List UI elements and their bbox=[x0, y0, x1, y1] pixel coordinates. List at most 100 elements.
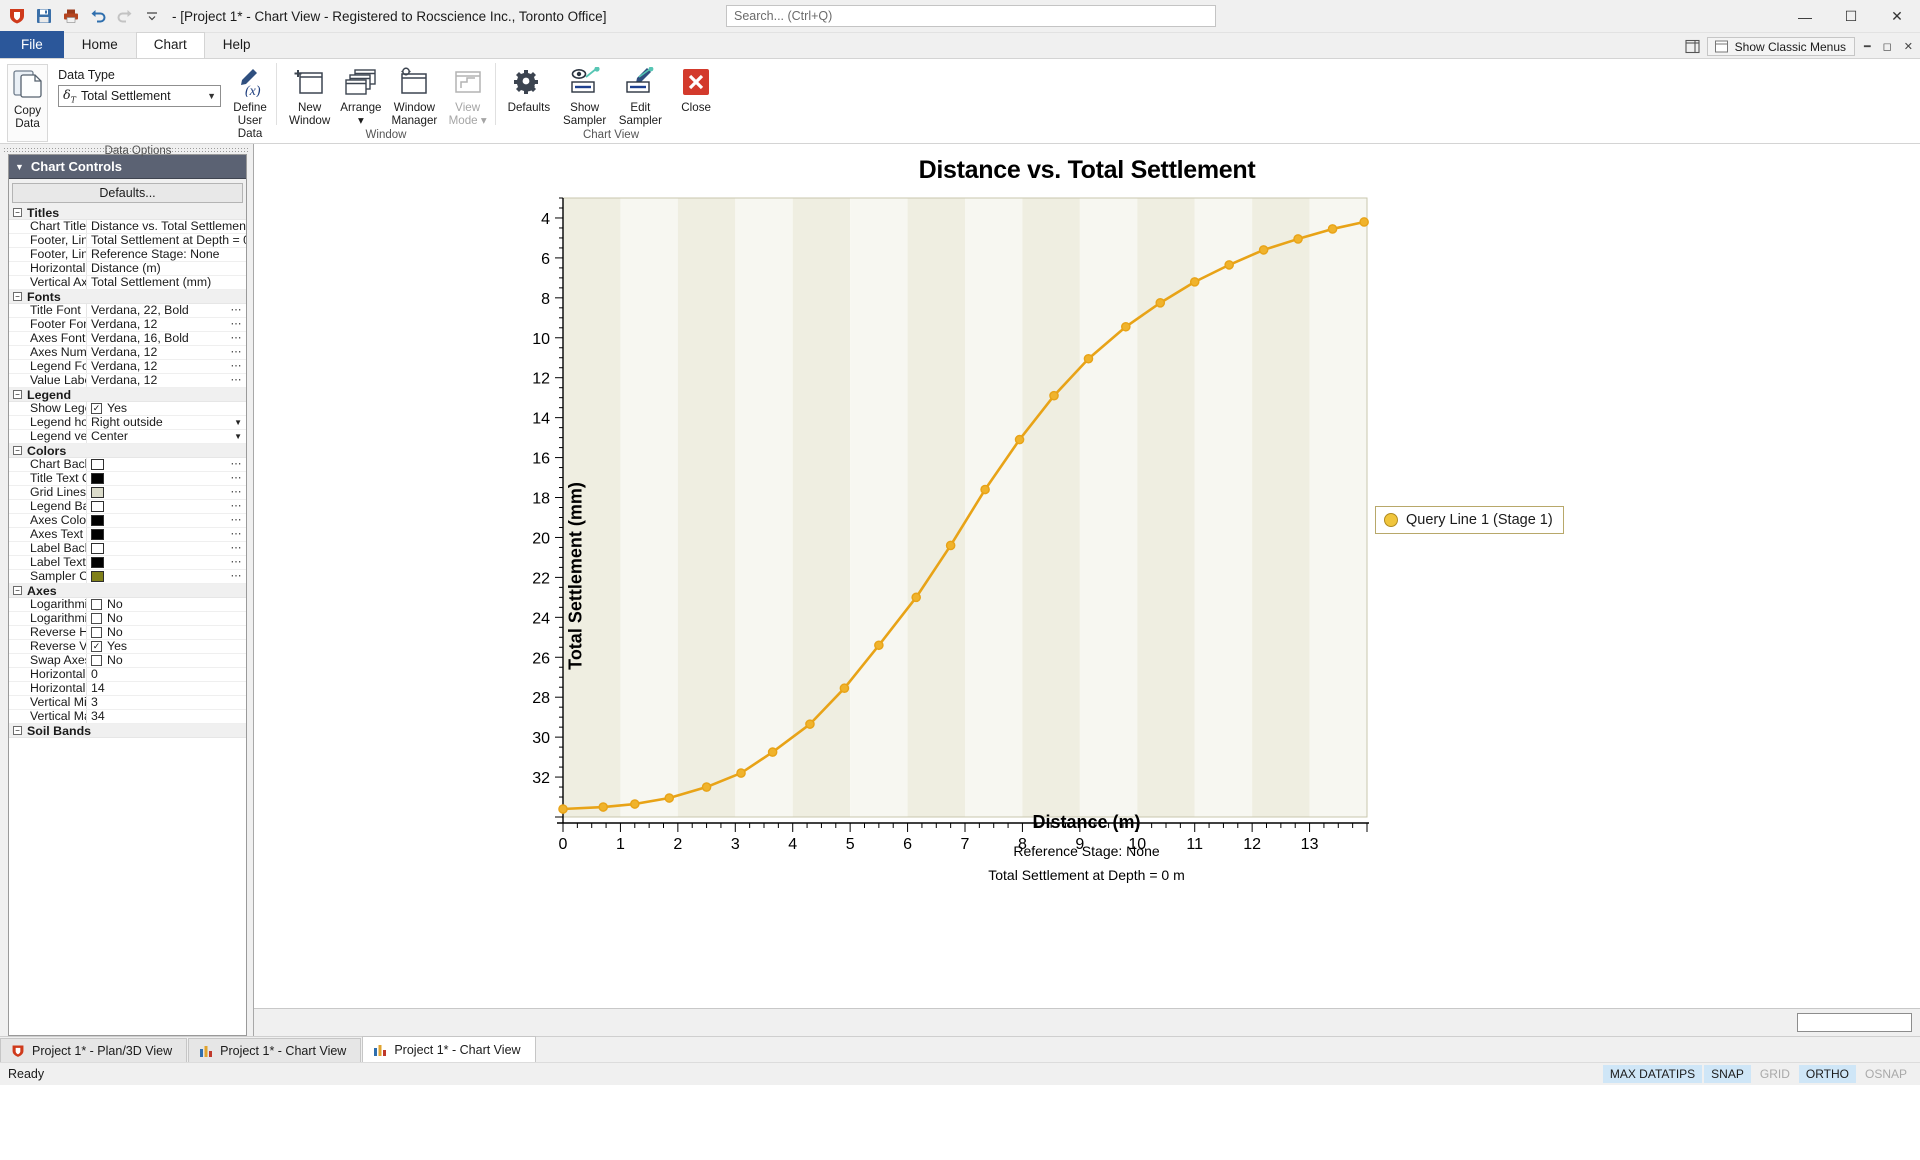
edit-sampler-button[interactable]: Edit Sampler bbox=[616, 62, 666, 127]
doc-tab-chart-view-2[interactable]: Project 1* - Chart View bbox=[362, 1036, 536, 1062]
maximize-button[interactable]: ☐ bbox=[1828, 0, 1874, 33]
property-row[interactable]: Axes Font Verdana, 16, Bold ⋯ bbox=[9, 332, 246, 346]
property-value-cell[interactable]: No bbox=[87, 654, 246, 667]
new-window-button[interactable]: New Window bbox=[287, 62, 332, 127]
property-value-cell[interactable]: ⋯ bbox=[87, 459, 246, 470]
series-marker[interactable] bbox=[1293, 234, 1303, 244]
series-marker[interactable] bbox=[911, 592, 921, 603]
print-icon[interactable] bbox=[61, 6, 81, 26]
property-value-cell[interactable]: Center ▼ bbox=[87, 430, 246, 443]
property-row[interactable]: Legend Bac... ⋯ bbox=[9, 500, 246, 514]
series-marker[interactable] bbox=[701, 782, 712, 792]
property-value-cell[interactable]: ⋯ bbox=[87, 557, 246, 568]
property-value-cell[interactable]: Verdana, 16, Bold ⋯ bbox=[87, 332, 246, 345]
minimize-button[interactable]: — bbox=[1782, 0, 1828, 33]
color-swatch[interactable] bbox=[91, 473, 104, 484]
ribbon-restore-icon[interactable]: ◻ bbox=[1880, 40, 1895, 53]
property-value-cell[interactable]: No bbox=[87, 626, 246, 639]
series-marker[interactable] bbox=[1359, 217, 1369, 227]
property-row[interactable]: Horizontal M... 0 bbox=[9, 668, 246, 682]
property-value-cell[interactable]: Total Settlement at Depth = 0 m bbox=[87, 234, 246, 247]
property-value-cell[interactable]: 0 bbox=[87, 668, 246, 681]
panel-defaults-button[interactable]: Defaults... bbox=[12, 183, 243, 203]
more-options-icon[interactable]: ⋯ bbox=[231, 346, 243, 359]
chevron-down-icon[interactable]: ▼ bbox=[234, 416, 242, 429]
property-row[interactable]: Axes Numb... Verdana, 12 ⋯ bbox=[9, 346, 246, 360]
property-row[interactable]: Vertical Mini... 3 bbox=[9, 696, 246, 710]
color-swatch[interactable] bbox=[91, 529, 104, 540]
property-value-cell[interactable]: Verdana, 12 ⋯ bbox=[87, 318, 246, 331]
property-row[interactable]: Label Text ... ⋯ bbox=[9, 556, 246, 570]
property-value-cell[interactable]: 34 bbox=[87, 710, 246, 723]
property-row[interactable]: Horizontal M... 14 bbox=[9, 682, 246, 696]
property-value-cell[interactable]: Distance vs. Total Settlement bbox=[87, 220, 246, 233]
checkbox[interactable]: ✓ bbox=[91, 641, 102, 652]
more-options-icon[interactable]: ⋯ bbox=[231, 487, 243, 498]
series-marker[interactable] bbox=[629, 799, 640, 809]
property-value-cell[interactable]: ⋯ bbox=[87, 543, 246, 554]
more-options-icon[interactable]: ⋯ bbox=[231, 332, 243, 345]
more-options-icon[interactable]: ⋯ bbox=[231, 529, 243, 540]
status-toggle-max-datatips[interactable]: MAX DATATIPS bbox=[1602, 1065, 1703, 1083]
color-swatch[interactable] bbox=[91, 543, 104, 554]
property-category-fonts[interactable]: − Fonts bbox=[9, 290, 246, 304]
property-value-cell[interactable]: ✓ Yes bbox=[87, 402, 246, 415]
more-options-icon[interactable]: ⋯ bbox=[231, 473, 243, 484]
plot-svg[interactable]: 0 1 2 3 4 5 6 7 8 9 10 11 12 134681012141618202224262… bbox=[254, 144, 1920, 1036]
property-row[interactable]: Logarithmic ... No bbox=[9, 598, 246, 612]
more-options-icon[interactable]: ⋯ bbox=[231, 571, 243, 582]
chart-controls-header[interactable]: ▼ Chart Controls bbox=[9, 155, 246, 179]
color-swatch[interactable] bbox=[91, 515, 104, 526]
property-value-cell[interactable]: Verdana, 22, Bold ⋯ bbox=[87, 304, 246, 317]
show-classic-menus-button[interactable]: Show Classic Menus bbox=[1706, 37, 1856, 56]
property-row[interactable]: Label Backg... ⋯ bbox=[9, 542, 246, 556]
property-row[interactable]: Sampler Color ⋯ bbox=[9, 570, 246, 584]
property-grid[interactable]: − Titles Chart Title Distance vs. Total Set… bbox=[9, 206, 246, 1035]
property-row[interactable]: Vertical Max... 34 bbox=[9, 710, 246, 724]
property-category-axes[interactable]: − Axes bbox=[9, 584, 246, 598]
property-category-legend[interactable]: − Legend bbox=[9, 388, 246, 402]
series-marker[interactable] bbox=[767, 747, 778, 757]
series-marker[interactable] bbox=[874, 640, 884, 651]
property-row[interactable]: Title Text C... ⋯ bbox=[9, 472, 246, 486]
series-marker[interactable] bbox=[1049, 390, 1059, 401]
more-options-icon[interactable]: ⋯ bbox=[231, 459, 243, 470]
property-row[interactable]: Footer, Line 1 Total Settlement at Depth … bbox=[9, 234, 246, 248]
series-marker[interactable] bbox=[1121, 321, 1131, 332]
property-row[interactable]: Value Labels... Verdana, 12 ⋯ bbox=[9, 374, 246, 388]
property-value-cell[interactable]: ⋯ bbox=[87, 529, 246, 540]
color-swatch[interactable] bbox=[91, 487, 104, 498]
property-row[interactable]: Chart Title Distance vs. Total Settlement bbox=[9, 220, 246, 234]
arrange-button[interactable]: Arrange ▾ bbox=[338, 62, 383, 127]
series-marker[interactable] bbox=[736, 768, 746, 778]
property-category-titles[interactable]: − Titles bbox=[9, 206, 246, 220]
series-marker[interactable] bbox=[1258, 245, 1269, 255]
checkbox[interactable] bbox=[91, 627, 102, 638]
property-value-cell[interactable]: ✓ Yes bbox=[87, 640, 246, 653]
doc-tab-plan-3d-view[interactable]: Project 1* - Plan/3D View bbox=[0, 1038, 188, 1062]
color-swatch[interactable] bbox=[91, 459, 104, 470]
tab-file[interactable]: File bbox=[0, 31, 64, 58]
show-sampler-button[interactable]: Show Sampler bbox=[560, 62, 610, 127]
property-row[interactable]: Reverse Ho... No bbox=[9, 626, 246, 640]
property-value-cell[interactable]: 3 bbox=[87, 696, 246, 709]
more-options-icon[interactable]: ⋯ bbox=[231, 557, 243, 568]
property-value-cell[interactable]: Verdana, 12 ⋯ bbox=[87, 346, 246, 359]
tab-home[interactable]: Home bbox=[64, 32, 136, 58]
property-row[interactable]: Show Legend ✓ Yes bbox=[9, 402, 246, 416]
property-row[interactable]: Logarithmic ... No bbox=[9, 612, 246, 626]
property-value-cell[interactable]: Distance (m) bbox=[87, 262, 246, 275]
status-toggle-osnap[interactable]: OSNAP bbox=[1858, 1065, 1914, 1083]
property-value-cell[interactable]: ⋯ bbox=[87, 571, 246, 582]
property-value-cell[interactable]: Reference Stage: None bbox=[87, 248, 246, 261]
chevron-down-icon[interactable]: ▼ bbox=[234, 430, 242, 443]
property-row[interactable]: Footer, Line 2 Reference Stage: None bbox=[9, 248, 246, 262]
property-row[interactable]: Title Font Verdana, 22, Bold ⋯ bbox=[9, 304, 246, 318]
status-toggle-grid[interactable]: GRID bbox=[1753, 1065, 1797, 1083]
color-swatch[interactable] bbox=[91, 501, 104, 512]
property-row[interactable]: Legend Font Verdana, 12 ⋯ bbox=[9, 360, 246, 374]
search-input[interactable]: Search... (Ctrl+Q) bbox=[726, 5, 1216, 27]
color-swatch[interactable] bbox=[91, 571, 104, 582]
expand-collapse-icon[interactable]: − bbox=[13, 586, 22, 595]
series-marker[interactable] bbox=[1083, 353, 1094, 364]
